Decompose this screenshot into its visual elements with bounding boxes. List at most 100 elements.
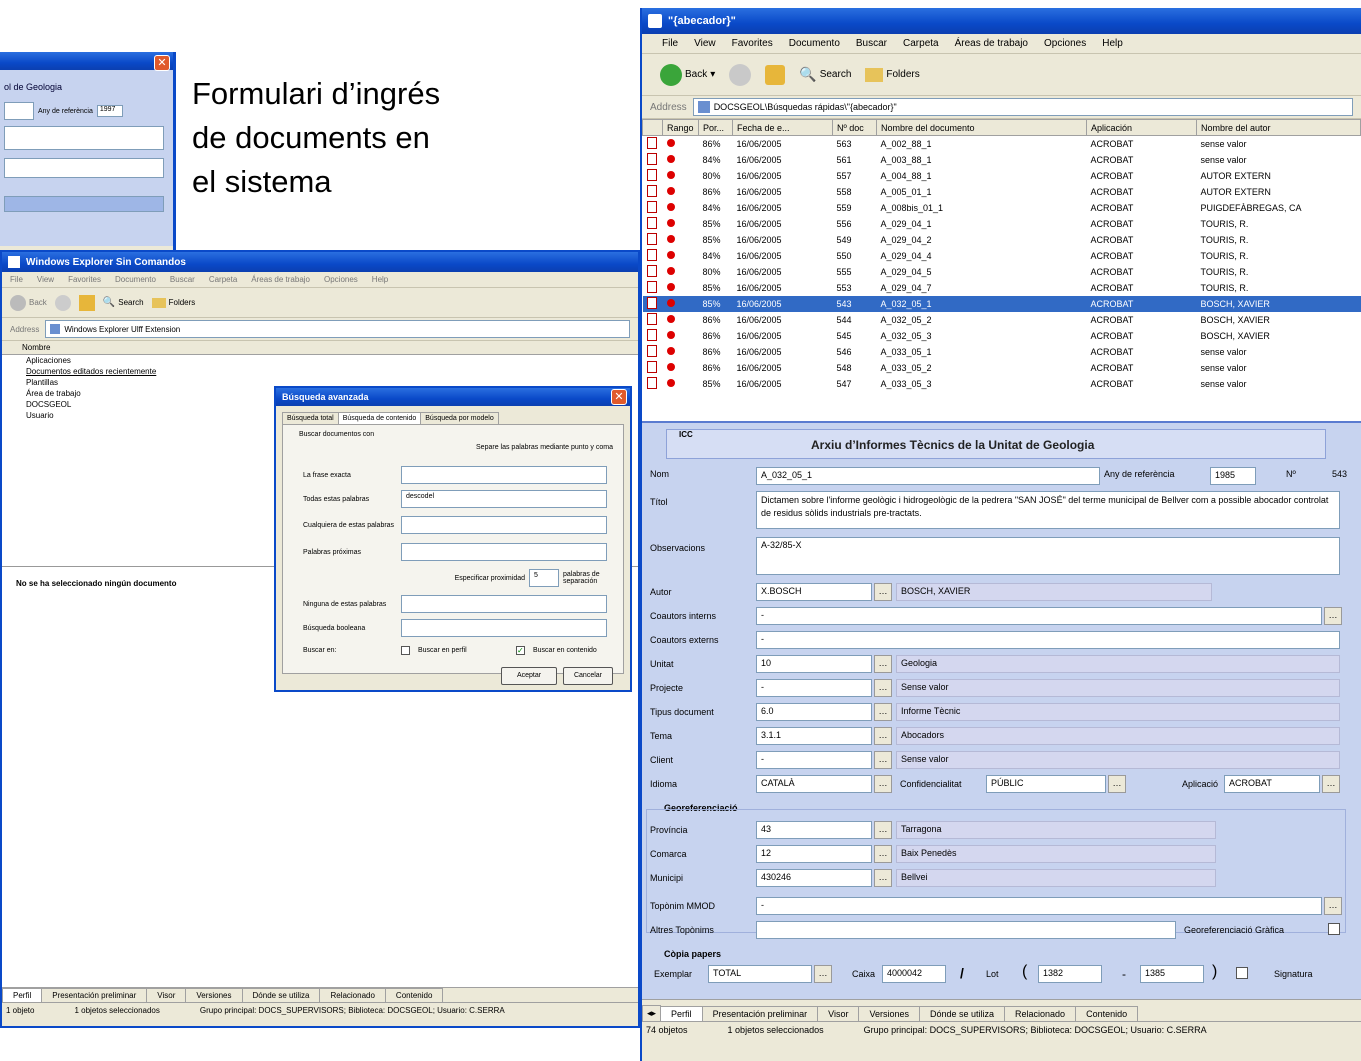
- col-rango[interactable]: Rango: [662, 119, 699, 136]
- menu-areas[interactable]: Áreas de trabajo: [955, 38, 1028, 49]
- search-button[interactable]: 🔍 Search: [103, 297, 144, 308]
- coautors-int-input[interactable]: -: [756, 607, 1322, 625]
- tab-perfil[interactable]: Perfil: [2, 988, 43, 1002]
- tab-busqueda-modelo[interactable]: Búsqueda por modelo: [420, 412, 499, 424]
- table-row[interactable]: 86% 16/06/2005 546 A_033_05_1 ACROBAT sense v…: [643, 344, 1361, 360]
- tab-nav-arrows[interactable]: ◂▸: [642, 1005, 662, 1021]
- tab-versiones[interactable]: Versiones: [858, 1006, 920, 1021]
- lot-end-input[interactable]: 1385: [1140, 965, 1204, 983]
- tab-visor[interactable]: Visor: [817, 1006, 860, 1021]
- tab-relacionado[interactable]: Relacionado: [319, 988, 386, 1002]
- toponim-lookup-button[interactable]: …: [1324, 897, 1342, 915]
- table-row[interactable]: 86% 16/06/2005 548 A_033_05_2 ACROBAT sense v…: [643, 360, 1361, 376]
- projecte-code-input[interactable]: -: [756, 679, 872, 697]
- conf-input[interactable]: PÚBLIC: [986, 775, 1106, 793]
- tab-busqueda-contenido[interactable]: Búsqueda de contenido: [337, 412, 422, 424]
- up-folder-icon[interactable]: [765, 64, 786, 85]
- menu-opciones[interactable]: Opciones: [324, 275, 358, 284]
- close-icon[interactable]: ✕: [611, 389, 627, 405]
- cancel-button[interactable]: Cancelar: [563, 667, 613, 685]
- proximity-input[interactable]: 5: [529, 569, 559, 587]
- conf-lookup-button[interactable]: …: [1108, 775, 1126, 793]
- back-button[interactable]: Back ▾: [660, 63, 715, 86]
- tree-item-aplicaciones[interactable]: Aplicaciones: [2, 355, 638, 366]
- coautors-ext-input[interactable]: -: [756, 631, 1340, 649]
- menu-carpeta[interactable]: Carpeta: [903, 38, 939, 49]
- idioma-lookup-button[interactable]: …: [874, 775, 892, 793]
- autor-code-input[interactable]: X.BOSCH: [756, 583, 872, 601]
- table-row[interactable]: 80% 16/06/2005 555 A_029_04_5 ACROBAT TOURIS,…: [643, 264, 1361, 280]
- table-row[interactable]: 86% 16/06/2005 563 A_002_88_1 ACROBAT sense v…: [643, 136, 1361, 153]
- col-aplicacion[interactable]: Aplicación: [1086, 119, 1197, 136]
- aplic-lookup-button[interactable]: …: [1322, 775, 1340, 793]
- any-input[interactable]: 1985: [1210, 467, 1256, 485]
- menu-help[interactable]: Help: [372, 275, 388, 284]
- menu-file[interactable]: File: [10, 275, 23, 284]
- table-row[interactable]: 85% 16/06/2005 556 A_029_04_1 ACROBAT TOURIS,…: [643, 216, 1361, 232]
- signatura-checkbox[interactable]: [1236, 967, 1248, 979]
- unitat-code-input[interactable]: 10: [756, 655, 872, 673]
- menu-favorites[interactable]: Favorites: [732, 38, 773, 49]
- table-row[interactable]: 86% 16/06/2005 545 A_032_05_3 ACROBAT BOSCH, …: [643, 328, 1361, 344]
- tab-donde[interactable]: Dónde se utiliza: [918, 1006, 1006, 1021]
- table-row[interactable]: 86% 16/06/2005 544 A_032_05_2 ACROBAT BOSCH, …: [643, 312, 1361, 328]
- menu-carpeta[interactable]: Carpeta: [209, 275, 237, 284]
- obs-input[interactable]: A-32/85-X: [756, 537, 1340, 575]
- table-row[interactable]: 84% 16/06/2005 550 A_029_04_4 ACROBAT TOURIS,…: [643, 248, 1361, 264]
- col-autor[interactable]: Nombre del autor: [1196, 119, 1361, 136]
- menu-documento[interactable]: Documento: [789, 38, 840, 49]
- boolean-input[interactable]: [401, 619, 607, 637]
- tree-item-recientes[interactable]: Documentos editados recientemente: [2, 366, 638, 377]
- exact-phrase-input[interactable]: [401, 466, 607, 484]
- tab-presentacion[interactable]: Presentación preliminar: [701, 1006, 819, 1021]
- tab-contenido[interactable]: Contenido: [384, 988, 444, 1002]
- table-row[interactable]: 85% 16/06/2005 549 A_029_04_2 ACROBAT TOURIS,…: [643, 232, 1361, 248]
- menu-favorites[interactable]: Favorites: [68, 275, 101, 284]
- table-row[interactable]: 84% 16/06/2005 559 A_008bis_01_1 ACROBAT PUIG…: [643, 200, 1361, 216]
- unitat-lookup-button[interactable]: …: [874, 655, 892, 673]
- search-profile-checkbox[interactable]: [401, 645, 410, 655]
- tab-perfil[interactable]: Perfil: [660, 1006, 703, 1021]
- tipus-code-input[interactable]: 6.0: [756, 703, 872, 721]
- menu-help[interactable]: Help: [1102, 38, 1123, 49]
- any-words-input[interactable]: [401, 516, 607, 534]
- tab-busqueda-total[interactable]: Búsqueda total: [282, 412, 339, 424]
- menu-areas[interactable]: Áreas de trabajo: [251, 275, 310, 284]
- municipi-lookup-button[interactable]: …: [874, 869, 892, 887]
- search-button[interactable]: 🔍 Search: [799, 66, 851, 83]
- table-row[interactable]: 85% 16/06/2005 547 A_033_05_3 ACROBAT sense v…: [643, 376, 1361, 392]
- folders-button[interactable]: Folders: [865, 67, 920, 82]
- forward-arrow-icon[interactable]: [54, 294, 71, 311]
- prov-code-input[interactable]: 43: [756, 821, 872, 839]
- menu-buscar[interactable]: Buscar: [856, 38, 887, 49]
- tema-code-input[interactable]: 3.1.1: [756, 727, 872, 745]
- menu-view[interactable]: View: [694, 38, 716, 49]
- col-nombre[interactable]: Nombre del documento: [876, 119, 1087, 136]
- client-code-input[interactable]: -: [756, 751, 872, 769]
- tab-donde[interactable]: Dónde se utiliza: [241, 988, 321, 1002]
- comarca-code-input[interactable]: 12: [756, 845, 872, 863]
- table-row[interactable]: 85% 16/06/2005 543 A_032_05_1 ACROBAT BOSCH, …: [642, 296, 1361, 312]
- projecte-lookup-button[interactable]: …: [874, 679, 892, 697]
- tab-contenido[interactable]: Contenido: [1075, 1006, 1139, 1021]
- menu-file[interactable]: File: [662, 38, 678, 49]
- lot-start-input[interactable]: 1382: [1038, 965, 1102, 983]
- menu-buscar[interactable]: Buscar: [170, 275, 195, 284]
- caixa-input[interactable]: 4000042: [882, 965, 946, 983]
- georef-graf-checkbox[interactable]: [1328, 923, 1340, 935]
- menu-view[interactable]: View: [37, 275, 54, 284]
- col-icon[interactable]: [642, 119, 663, 136]
- table-row[interactable]: 84% 16/06/2005 561 A_003_88_1 ACROBAT sense v…: [643, 152, 1361, 168]
- all-words-input[interactable]: descodel: [401, 490, 607, 508]
- accept-button[interactable]: Aceptar: [501, 667, 557, 685]
- altres-input[interactable]: [756, 921, 1176, 939]
- aplic-input[interactable]: ACROBAT: [1224, 775, 1320, 793]
- toponim-input[interactable]: -: [756, 897, 1322, 915]
- table-row[interactable]: 86% 16/06/2005 558 A_005_01_1 ACROBAT AUTOR E…: [643, 184, 1361, 200]
- folders-button[interactable]: Folders: [151, 297, 195, 308]
- table-row[interactable]: 80% 16/06/2005 557 A_004_88_1 ACROBAT AUTOR E…: [643, 168, 1361, 184]
- tipus-lookup-button[interactable]: …: [874, 703, 892, 721]
- tab-relacionado[interactable]: Relacionado: [1004, 1006, 1077, 1021]
- prov-lookup-button[interactable]: …: [874, 821, 892, 839]
- forward-arrow-icon[interactable]: [729, 63, 752, 86]
